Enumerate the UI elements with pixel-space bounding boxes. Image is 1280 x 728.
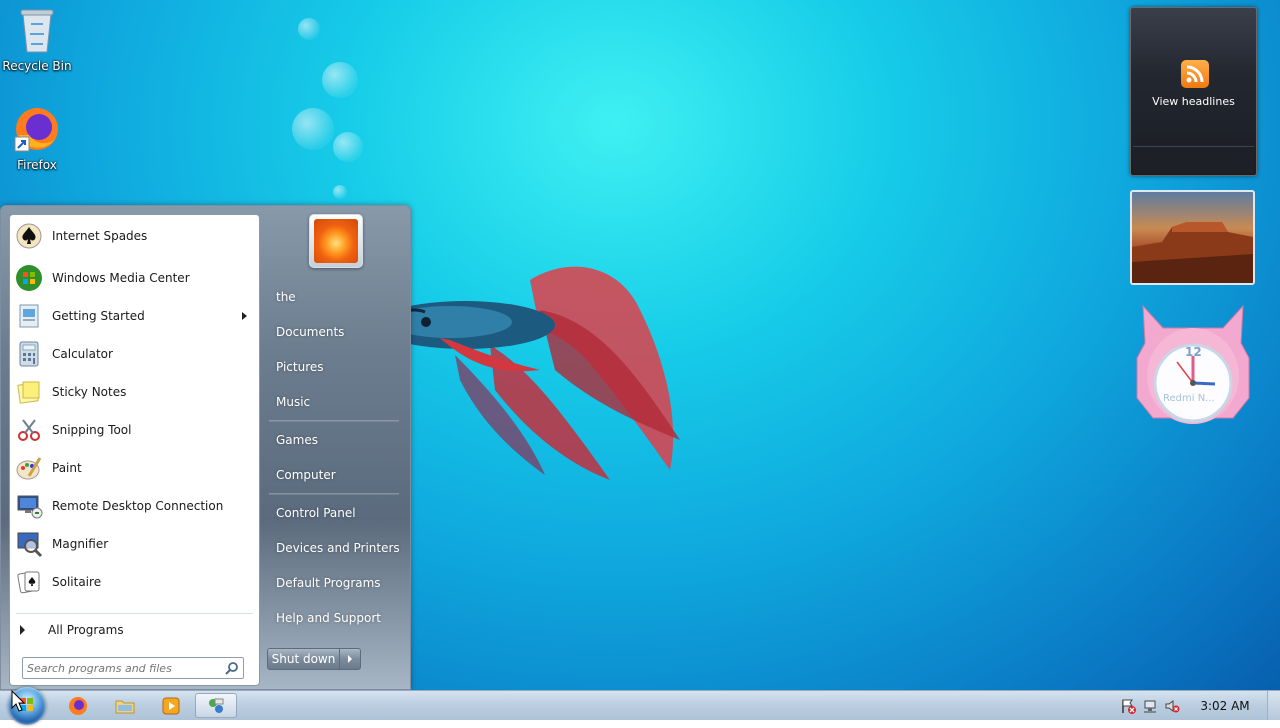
clock-label: Redmi N... — [1163, 393, 1215, 404]
right-item-control-panel[interactable]: Control Panel — [276, 503, 356, 523]
right-item-help-and-support[interactable]: Help and Support — [276, 608, 381, 628]
folder-icon — [115, 700, 135, 713]
program-windows-media-center[interactable]: Windows Media Center — [10, 259, 259, 297]
program-label: Remote Desktop Connection — [52, 499, 224, 513]
program-magnifier[interactable]: Magnifier — [10, 525, 259, 563]
program-label: Windows Media Center — [52, 271, 190, 285]
program-paint[interactable]: Paint — [10, 449, 259, 487]
program-snipping-tool[interactable]: Snipping Tool — [10, 411, 259, 449]
taskbar-control-panel[interactable] — [195, 693, 237, 718]
remote-desktop-icon — [14, 491, 44, 521]
view-headlines-link[interactable]: View headlines — [1131, 95, 1256, 108]
solitaire-icon — [14, 567, 44, 597]
firefox-icon — [69, 696, 87, 715]
cat-clock-face — [1136, 304, 1250, 424]
scissors-icon — [14, 415, 44, 445]
slideshow-gadget[interactable] — [1130, 190, 1255, 285]
user-account-picture[interactable] — [309, 214, 363, 268]
taskbar-windows-media-player[interactable] — [150, 693, 192, 718]
programs-separator — [16, 613, 253, 614]
calculator-icon — [14, 339, 44, 369]
right-item-devices-and-printers[interactable]: Devices and Printers — [276, 538, 400, 558]
desktop-icon-label: Firefox — [17, 158, 57, 172]
program-label: Sticky Notes — [52, 385, 127, 399]
desktop-icon-label: Recycle Bin — [2, 59, 72, 73]
taskbar-windows-explorer[interactable] — [104, 693, 146, 718]
media-player-icon — [162, 697, 180, 714]
taskbar-clock[interactable]: 3:02 AM — [1183, 699, 1267, 713]
right-item-computer[interactable]: Computer — [276, 465, 336, 485]
right-item-pictures[interactable]: Pictures — [276, 357, 324, 377]
right-item-documents[interactable]: Documents — [276, 322, 344, 342]
magnifier-icon — [14, 529, 44, 559]
desktop-icon-recycle-bin[interactable]: Recycle Bin — [0, 6, 74, 73]
taskbar-firefox[interactable] — [57, 693, 99, 718]
desktop[interactable]: Recycle Bin Firefox View headlines 12 Re… — [0, 0, 1280, 690]
clock-gadget[interactable]: 12 Redmi N... — [1133, 298, 1253, 428]
all-programs-arrow-icon — [20, 625, 25, 635]
getting-started-icon — [14, 301, 44, 331]
shutdown-button[interactable]: Shut down — [268, 649, 340, 669]
program-calculator[interactable]: Calculator — [10, 335, 259, 373]
start-menu-programs-pane: Internet Spades Windows Media Center Get… — [9, 214, 260, 686]
submenu-arrow-icon[interactable] — [242, 312, 247, 320]
feed-headlines-gadget[interactable]: View headlines — [1130, 7, 1257, 176]
volume-muted-icon[interactable] — [1161, 695, 1183, 717]
program-label: Internet Spades — [52, 229, 148, 243]
search-input[interactable] — [27, 660, 217, 676]
right-item-default-programs[interactable]: Default Programs — [276, 573, 381, 593]
landscape-photo — [1132, 222, 1253, 283]
betta-fish-wallpaper — [380, 266, 680, 480]
start-menu: Internet Spades Windows Media Center Get… — [0, 205, 411, 690]
rss-icon — [1181, 60, 1209, 88]
right-item-music[interactable]: Music — [276, 392, 310, 412]
taskbar: 3:02 AM — [0, 687, 1280, 725]
spades-icon — [14, 221, 44, 251]
paint-icon — [14, 453, 44, 483]
program-sticky-notes[interactable]: Sticky Notes — [10, 373, 259, 411]
action-center-flag-icon[interactable] — [1117, 695, 1139, 717]
start-search-box[interactable] — [22, 657, 244, 679]
control-panel-icon — [209, 698, 224, 713]
program-label: Solitaire — [52, 575, 102, 589]
flower-picture — [314, 219, 358, 263]
program-solitaire[interactable]: Solitaire — [10, 563, 259, 601]
program-label: Calculator — [52, 347, 113, 361]
shutdown-options-arrow-icon[interactable] — [340, 649, 360, 669]
program-label: Magnifier — [52, 537, 109, 551]
right-item-user-folder[interactable]: the — [276, 287, 296, 307]
right-item-games[interactable]: Games — [276, 430, 318, 450]
firefox-icon — [14, 108, 58, 152]
program-label: Getting Started — [52, 309, 145, 323]
shutdown-button-group: Shut down — [267, 648, 361, 670]
desktop-icon-firefox[interactable]: Firefox — [0, 105, 74, 172]
all-programs-label: All Programs — [48, 623, 124, 637]
program-label: Paint — [52, 461, 82, 475]
clock-numeral: 12 — [1185, 345, 1202, 359]
program-label: Snipping Tool — [52, 423, 132, 437]
right-separator — [269, 493, 399, 495]
show-desktop-button[interactable] — [1267, 691, 1280, 720]
sticky-notes-icon — [14, 377, 44, 407]
all-programs-button[interactable]: All Programs — [10, 617, 259, 643]
media-center-icon — [14, 263, 44, 293]
search-icon[interactable] — [225, 661, 239, 678]
network-icon[interactable] — [1139, 695, 1161, 717]
gadget-toolbar — [1133, 146, 1254, 173]
right-separator — [269, 420, 399, 422]
mouse-cursor-icon — [11, 690, 25, 712]
program-getting-started[interactable]: Getting Started — [10, 297, 259, 335]
recycle-bin-icon — [20, 9, 54, 53]
program-internet-spades[interactable]: Internet Spades — [10, 217, 259, 255]
program-remote-desktop-connection[interactable]: Remote Desktop Connection — [10, 487, 259, 525]
notification-area: 3:02 AM — [1117, 691, 1280, 720]
